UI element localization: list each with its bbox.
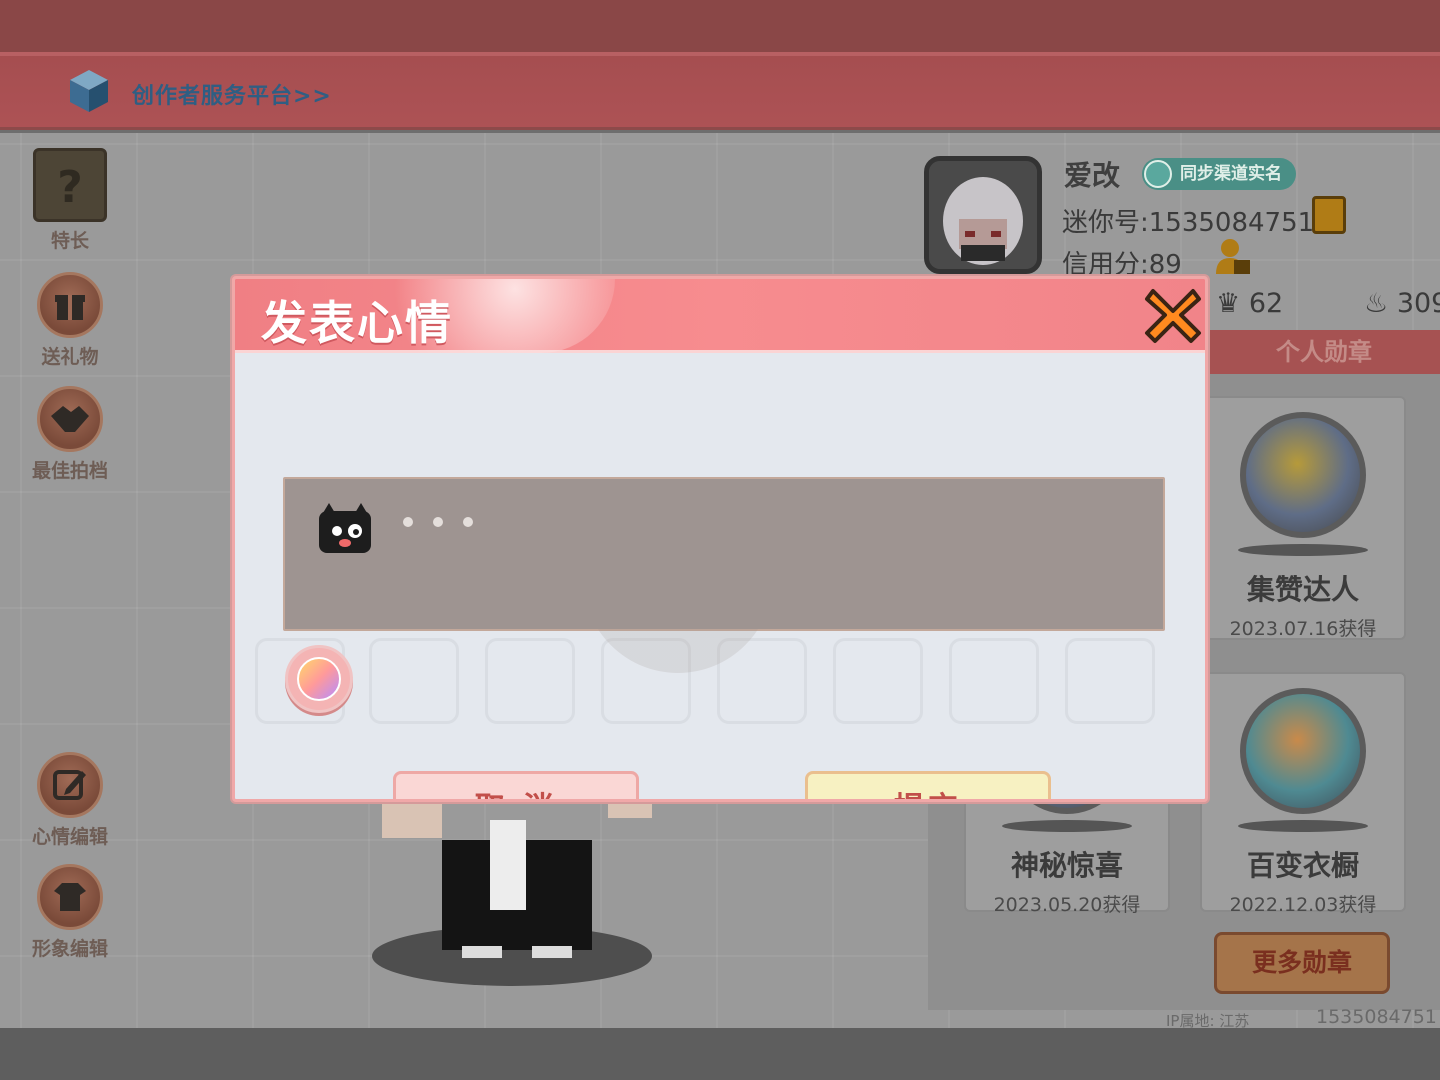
touch-indicator — [583, 483, 773, 673]
more-medals-button[interactable]: 更多勋章 — [1214, 932, 1390, 994]
medals-header: 个人勋章 — [1208, 330, 1440, 374]
cancel-button[interactable]: 取 消 — [393, 771, 639, 799]
bottom-strip — [0, 1028, 1440, 1080]
sidebar-item-mood-edit[interactable]: 心情编辑 — [22, 752, 118, 849]
top-bar-divider — [0, 52, 1440, 56]
likes-stat: ♛ 62 — [1216, 288, 1283, 319]
post-mood-dialog: 发表心情 — [232, 276, 1208, 802]
profile-avatar[interactable] — [924, 156, 1042, 274]
app-screen: 创作者服务平台>> ? 特长 送礼物 最佳拍档 心情编辑 形象编辑 爱改 同步渠… — [0, 0, 1440, 1080]
dialog-title: 发表心情 — [261, 296, 453, 350]
edit-icon — [37, 752, 103, 818]
sidebar-item-label: 特长 — [50, 230, 89, 252]
creator-cube-icon — [70, 70, 108, 112]
realname-badge[interactable]: 同步渠道实名 — [1142, 158, 1296, 190]
profile-name: 爱改 — [1064, 159, 1121, 192]
wardrobe-medal-icon — [1240, 688, 1366, 814]
medal-date: 2023.07.16获得 — [1229, 618, 1377, 640]
pattern-decoration — [949, 638, 1039, 724]
close-icon[interactable] — [1143, 283, 1203, 345]
medal-shadow — [1002, 820, 1132, 832]
sidebar-item-label: 形象编辑 — [31, 938, 108, 960]
medal-date: 2022.12.03获得 — [1229, 894, 1377, 916]
medal-card[interactable]: 百变衣橱 2022.12.03获得 — [1200, 672, 1406, 916]
handshake-icon — [37, 386, 103, 452]
realname-badge-label: 同步渠道实名 — [1180, 164, 1282, 184]
pattern-decoration — [485, 638, 575, 724]
medal-date: 2023.05.20获得 — [993, 894, 1141, 916]
hot-count: 309 — [1396, 288, 1440, 319]
mood-text-input[interactable] — [283, 477, 1165, 673]
thumbs-up-medal-icon — [1240, 412, 1366, 538]
submit-button[interactable]: 提交 — [805, 771, 1051, 799]
user-verified-icon — [1144, 160, 1172, 188]
creator-platform-link[interactable]: 创作者服务平台>> — [132, 78, 332, 110]
credit-user-icon[interactable] — [1214, 236, 1252, 276]
pattern-decoration — [833, 638, 923, 724]
medal-shadow — [1238, 544, 1368, 556]
question-block-icon: ? — [33, 148, 107, 222]
footer-uid: 1535084751 — [1316, 1006, 1437, 1028]
likes-count: 62 — [1248, 288, 1284, 319]
pattern-decoration — [1065, 638, 1155, 724]
gift-icon — [37, 272, 103, 338]
dot — [433, 517, 443, 527]
mini-id: 迷你号:1535084751 — [1062, 208, 1315, 238]
dialog-header: 发表心情 — [235, 279, 1205, 353]
medal-name: 集赞达人 — [1246, 573, 1359, 606]
top-bar: 创作者服务平台>> — [0, 0, 1440, 130]
flame-icon: ♨ — [1364, 288, 1389, 319]
smiley-icon — [297, 657, 341, 701]
medal-name: 神秘惊喜 — [1010, 849, 1123, 882]
emoji-button[interactable] — [285, 645, 353, 713]
svg-text:?: ? — [57, 162, 83, 210]
sidebar-item-label: 心情编辑 — [31, 826, 108, 848]
sidebar-item-best-partner[interactable]: 最佳拍档 — [22, 386, 118, 483]
dot — [403, 517, 413, 527]
sidebar-item-avatar-edit[interactable]: 形象编辑 — [22, 864, 118, 961]
sidebar-item-specialty[interactable]: ? 特长 — [22, 148, 118, 253]
trophy-icon: ♛ — [1216, 288, 1241, 319]
sidebar-item-gift[interactable]: 送礼物 — [22, 272, 118, 369]
dot — [463, 517, 473, 527]
pattern-decoration — [369, 638, 459, 724]
sidebar-item-label: 最佳拍档 — [31, 460, 108, 482]
typing-dots — [403, 517, 473, 527]
outfit-icon — [37, 864, 103, 930]
medal-shadow — [1238, 820, 1368, 832]
dialog-body: 取 消 提交 — [235, 356, 1205, 799]
sidebar-item-label: 送礼物 — [41, 346, 99, 368]
hot-stat: ♨ 309 — [1364, 288, 1440, 319]
player-character — [372, 802, 652, 986]
medal-name: 百变衣橱 — [1246, 849, 1359, 882]
mascot-icon — [319, 503, 371, 553]
copy-icon[interactable] — [1312, 196, 1346, 234]
medal-card[interactable]: 集赞达人 2023.07.16获得 — [1200, 396, 1406, 640]
